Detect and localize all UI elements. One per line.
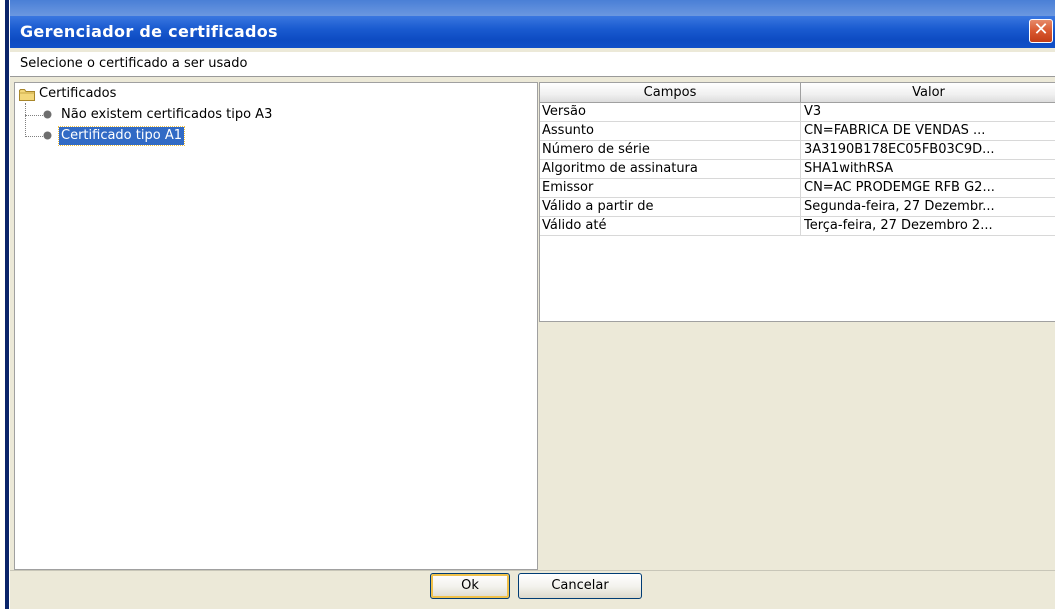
- instruction-text: Selecione o certificado a ser usado: [20, 56, 248, 71]
- window-title: Gerenciador de certificados: [20, 22, 278, 41]
- tree-item-label: Não existem certificados tipo A3: [61, 107, 273, 122]
- cell-campo: Número de série: [542, 142, 650, 157]
- cell-valor: V3: [804, 104, 822, 119]
- cancel-button[interactable]: Cancelar: [518, 573, 642, 599]
- folder-icon: [19, 89, 35, 101]
- column-header-valor[interactable]: Valor: [801, 83, 1055, 103]
- close-icon: ✕: [1033, 19, 1049, 40]
- tree-branch-line: [25, 115, 43, 116]
- table-row[interactable]: Algoritmo de assinatura SHA1withRSA: [540, 160, 1055, 179]
- table-row[interactable]: Versão V3: [540, 103, 1055, 122]
- cell-valor: SHA1withRSA: [804, 161, 894, 176]
- footer-separator: [10, 570, 1055, 571]
- cell-campo: Emissor: [542, 180, 594, 195]
- window-left-border: [5, 0, 9, 609]
- table-row[interactable]: Válido a partir de Segunda-feira, 27 Dez…: [540, 198, 1055, 217]
- cell-valor: CN=AC PRODEMGE RFB G2...: [804, 180, 995, 195]
- close-button[interactable]: ✕: [1029, 19, 1053, 43]
- certificate-details-panel: Campos Valor Versão V3 Assunto CN=FABRIC…: [539, 82, 1055, 568]
- cell-valor: CN=FABRICA DE VENDAS ...: [804, 123, 986, 138]
- cell-valor: Terça-feira, 27 Dezembro 2...: [804, 218, 993, 233]
- table-row[interactable]: Assunto CN=FABRICA DE VENDAS ...: [540, 122, 1055, 141]
- tree-branch-line: [25, 136, 43, 137]
- cell-campo: Assunto: [542, 123, 594, 138]
- node-bullet-icon: [43, 131, 52, 140]
- cell-campo: Válido a partir de: [542, 199, 654, 214]
- node-bullet-icon: [43, 110, 52, 119]
- cell-campo: Versão: [542, 104, 586, 119]
- titlebar[interactable]: Gerenciador de certificados ✕: [10, 16, 1055, 48]
- cell-valor: 3A3190B178EC05FB03C9D...: [804, 142, 995, 157]
- certificate-manager-dialog: Gerenciador de certificados ✕ Selecione …: [0, 0, 1055, 609]
- cell-valor: Segunda-feira, 27 Dezembr...: [804, 199, 995, 214]
- table-row[interactable]: Emissor CN=AC PRODEMGE RFB G2...: [540, 179, 1055, 198]
- instruction-bar: Selecione o certificado a ser usado: [10, 52, 1055, 77]
- table-header: Campos Valor: [540, 83, 1055, 103]
- tree-connector: [25, 103, 26, 137]
- tree-item-label-selected: Certificado tipo A1: [58, 126, 185, 146]
- tree-root-label: Certificados: [39, 86, 117, 101]
- table-row[interactable]: Válido até Terça-feira, 27 Dezembro 2...: [540, 217, 1055, 236]
- certificate-fields-table[interactable]: Campos Valor Versão V3 Assunto CN=FABRIC…: [539, 82, 1055, 322]
- cell-campo: Algoritmo de assinatura: [542, 161, 698, 176]
- titlebar-top-strip: [10, 0, 1055, 16]
- certificate-tree[interactable]: Certificados Não existem certificados ti…: [14, 82, 538, 570]
- cell-campo: Válido até: [542, 218, 607, 233]
- column-header-campos[interactable]: Campos: [540, 83, 801, 103]
- table-row[interactable]: Número de série 3A3190B178EC05FB03C9D...: [540, 141, 1055, 160]
- ok-button[interactable]: Ok: [430, 573, 510, 599]
